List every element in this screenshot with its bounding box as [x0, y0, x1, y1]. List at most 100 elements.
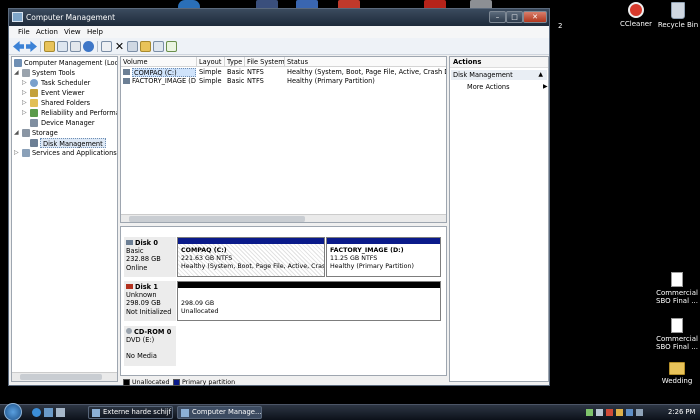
menu-action[interactable]: Action: [36, 28, 58, 36]
primary-partition-bar: [327, 238, 440, 244]
start-button[interactable]: [4, 403, 22, 420]
title-bar[interactable]: Computer Management – □ ✕: [9, 9, 549, 26]
expand-icon[interactable]: ▷: [22, 80, 28, 86]
partition-c[interactable]: COMPAQ (C:) 221.63 GB NTFS Healthy (Syst…: [177, 237, 325, 277]
taskbar-item-externe[interactable]: Externe harde schijf ...: [88, 406, 173, 419]
taskbar-item-cm-label: Computer Manage...: [192, 408, 262, 416]
cell-type: Basic: [227, 68, 245, 76]
export-list-icon[interactable]: [101, 41, 112, 52]
menu-file[interactable]: File: [18, 28, 30, 36]
forward-arrow-icon[interactable]: [26, 41, 37, 52]
back-arrow-icon[interactable]: [13, 41, 24, 52]
column-header-filesystem[interactable]: File System: [245, 57, 285, 67]
disk-0-label: Disk 0: [135, 239, 158, 247]
column-header-type[interactable]: Type: [225, 57, 245, 67]
column-header-layout[interactable]: Layout: [197, 57, 225, 67]
cdrom-label: CD-ROM 0: [134, 328, 172, 336]
expand-icon[interactable]: ▷: [22, 100, 28, 106]
open-folder-icon[interactable]: [140, 41, 151, 52]
tree-root[interactable]: Computer Management (Local: [14, 58, 117, 68]
cell-layout: Simple: [199, 77, 222, 85]
taskbar-item-computer-management[interactable]: Computer Manage...: [177, 406, 262, 419]
tree-item-reliability[interactable]: ▷ Reliability and Performa: [14, 108, 118, 118]
performance-icon: [30, 109, 38, 117]
cdrom-info[interactable]: CD-ROM 0 DVD (E:) No Media: [124, 326, 176, 366]
tree-item-system-tools[interactable]: ◢ System Tools: [14, 68, 117, 78]
disk-1-info[interactable]: Disk 1 Unknown 298.09 GB Not Initialized: [124, 281, 176, 321]
cdrom-name: CD-ROM 0: [126, 328, 176, 336]
tree-item-label: Storage: [32, 129, 58, 137]
legend-swatch-primary: [173, 379, 180, 386]
tray-volume-icon[interactable]: [596, 409, 603, 416]
quick-launch-desktop-icon[interactable]: [44, 408, 53, 417]
collapse-arrow-icon[interactable]: ▲: [538, 70, 543, 80]
menu-help[interactable]: Help: [87, 28, 103, 36]
volume-list-horizontal-scrollbar[interactable]: [121, 214, 446, 222]
quick-launch-ie-icon[interactable]: [32, 408, 41, 417]
tree-item-label: Event Viewer: [41, 89, 85, 97]
disk-warning-icon: [126, 284, 133, 289]
help-icon[interactable]: [83, 41, 94, 52]
table-row[interactable]: FACTORY_IMAGE (D:) Simple Basic NTFS Hea…: [121, 77, 446, 86]
close-button[interactable]: ✕: [523, 11, 547, 23]
collapse-icon[interactable]: ◢: [14, 70, 20, 76]
maximize-button[interactable]: □: [506, 11, 523, 23]
expand-icon[interactable]: ▷: [14, 150, 20, 156]
desktop-icon-wedding[interactable]: Wedding: [649, 362, 700, 385]
quick-launch-switch-icon[interactable]: [56, 408, 65, 417]
expand-icon[interactable]: ▷: [22, 90, 28, 96]
menu-view[interactable]: View: [64, 28, 81, 36]
folder-icon: [92, 409, 100, 417]
tray-network-icon[interactable]: [586, 409, 593, 416]
tree-item-storage[interactable]: ◢ Storage: [14, 128, 117, 138]
disk-0-info[interactable]: Disk 0 Basic 232.88 GB Online: [124, 237, 176, 277]
taskbar: Externe harde schijf ... Computer Manage…: [0, 403, 700, 420]
disk-0-name: Disk 0: [126, 239, 176, 247]
tree-item-label: Services and Applications: [32, 149, 117, 157]
collapse-icon[interactable]: ◢: [14, 130, 20, 136]
desktop-icon-recycle-bin[interactable]: Recycle Bin: [650, 2, 700, 29]
actions-section-disk-management[interactable]: Disk Management ▲: [451, 70, 547, 80]
partition-d[interactable]: FACTORY_IMAGE (D:) 11.25 GB NTFS Healthy…: [326, 237, 441, 277]
desktop-icon-commercial-1[interactable]: Commercial SBO Final ...: [649, 272, 700, 305]
tree-item-device-manager[interactable]: Device Manager: [14, 118, 117, 128]
expand-icon[interactable]: ▷: [22, 110, 28, 116]
tray-update-icon[interactable]: [616, 409, 623, 416]
commercial-2-label: Commercial SBO Final ...: [656, 335, 698, 351]
column-header-status[interactable]: Status: [285, 57, 446, 67]
tray-security-icon[interactable]: [606, 409, 613, 416]
desktop-icon-commercial-2[interactable]: Commercial SBO Final ...: [649, 318, 700, 351]
tray-power-icon[interactable]: [636, 409, 643, 416]
tree-item-shared-folders[interactable]: ▷ Shared Folders: [14, 98, 117, 108]
taskbar-clock[interactable]: 2:26 PM: [668, 408, 695, 416]
checklist-icon[interactable]: [166, 41, 177, 52]
up-folder-icon[interactable]: [44, 41, 55, 52]
tree-item-disk-management[interactable]: Disk Management: [14, 138, 117, 148]
column-header-volume[interactable]: Volume: [121, 57, 197, 67]
tools-icon: [22, 69, 30, 77]
disk-icon: [126, 240, 133, 245]
minimize-button[interactable]: –: [489, 11, 506, 23]
partition-unallocated[interactable]: 298.09 GB Unallocated: [177, 281, 441, 321]
delete-icon[interactable]: ✕: [114, 41, 125, 52]
tree-item-label: Reliability and Performa: [41, 109, 118, 117]
cdrom-spacer: [126, 344, 176, 352]
disk-0-type: Basic: [126, 247, 144, 256]
recycle-bin-icon: [671, 2, 685, 19]
properties-icon[interactable]: [70, 41, 81, 52]
disk-management-icon: [30, 139, 38, 147]
tree-item-task-scheduler[interactable]: ▷ Task Scheduler: [14, 78, 117, 88]
cdrom-media-area[interactable]: [177, 326, 441, 366]
scrollbar-thumb[interactable]: [129, 216, 305, 222]
disk-0-size: 232.88 GB: [126, 255, 161, 264]
table-row[interactable]: COMPAQ (C:) Simple Basic NTFS Healthy (S…: [121, 68, 446, 77]
tree-item-event-viewer[interactable]: ▷ Event Viewer: [14, 88, 117, 98]
more-actions-item[interactable]: More Actions ▶: [467, 83, 548, 91]
view-icon[interactable]: [153, 41, 164, 52]
tree-item-services[interactable]: ▷ Services and Applications: [14, 148, 117, 158]
tray-device-icon[interactable]: [626, 409, 633, 416]
scrollbar-thumb[interactable]: [20, 374, 102, 380]
properties-sheet-icon[interactable]: [127, 41, 138, 52]
show-hide-tree-icon[interactable]: [57, 41, 68, 52]
tree-horizontal-scrollbar[interactable]: [12, 372, 117, 381]
